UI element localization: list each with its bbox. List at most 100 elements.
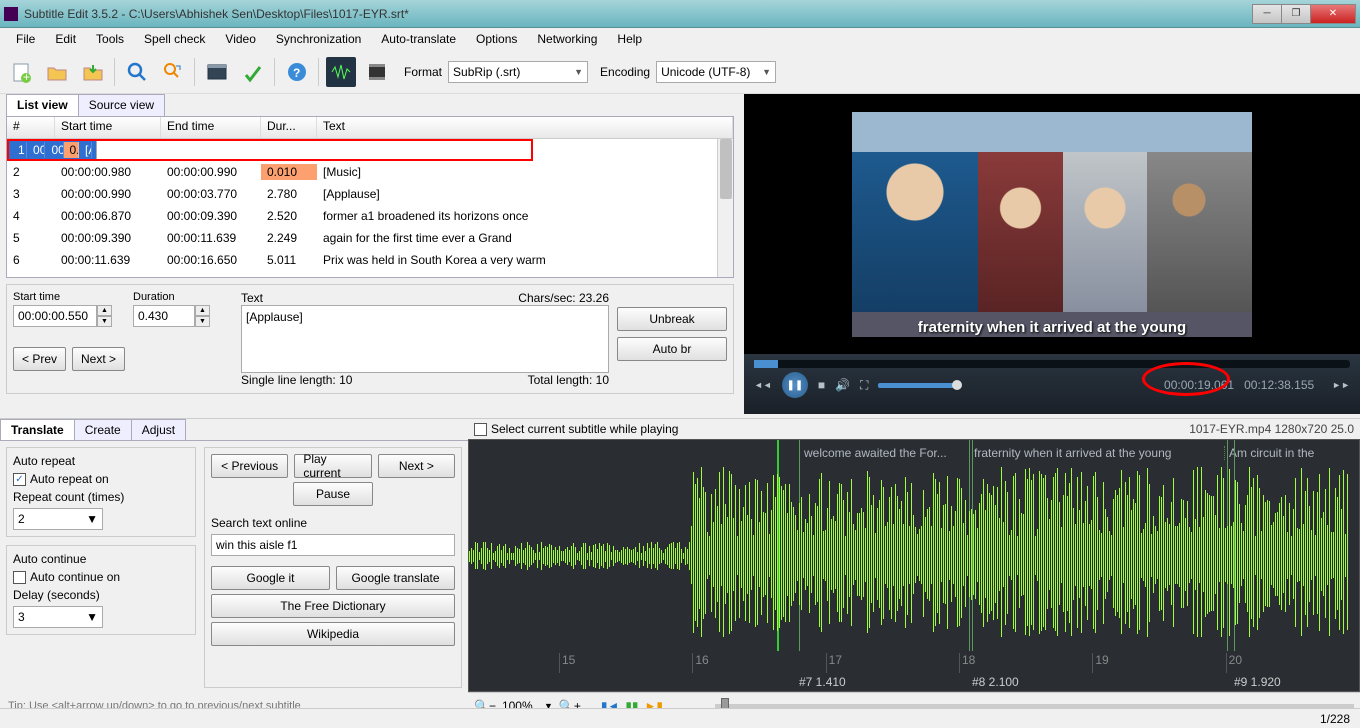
spin-down-icon[interactable]: ▼ [97, 316, 112, 327]
volume-icon[interactable]: 🔊 [835, 378, 850, 392]
video-clip-icon[interactable] [362, 57, 392, 87]
wave-subtitle-label: Am circuit in the [1224, 446, 1344, 460]
window-title: Subtitle Edit 3.5.2 - C:\Users\Abhishek … [24, 7, 1253, 21]
toolbar: + ? Format SubRip (.srt)▼ Encoding Unico… [0, 50, 1360, 94]
status-position: 1/228 [1320, 712, 1350, 726]
video-subtitle-overlay: fraternity when it arrived at the young [744, 319, 1360, 336]
new-file-icon[interactable]: + [6, 57, 36, 87]
spin-up-icon[interactable]: ▲ [195, 305, 210, 316]
table-row[interactable]: 200:00:00.98000:00:00.9900.010[Music] [7, 161, 733, 183]
menu-spell-check[interactable]: Spell check [134, 30, 215, 48]
next-button[interactable]: Next > [378, 454, 455, 478]
status-bar: 1/228 [0, 708, 1360, 728]
tab-source-view[interactable]: Source view [78, 94, 165, 116]
next-button[interactable]: Next > [72, 347, 125, 371]
wave-mark: #7 1.410 [799, 675, 846, 689]
menu-file[interactable]: File [6, 30, 45, 48]
prev-button[interactable]: < Prev [13, 347, 66, 371]
waveform-display[interactable]: welcome awaited the For... fraternity wh… [468, 439, 1360, 692]
duration-input[interactable] [133, 305, 195, 327]
menu-video[interactable]: Video [215, 30, 265, 48]
app-icon [4, 7, 18, 21]
spin-up-icon[interactable]: ▲ [97, 305, 112, 316]
save-file-icon[interactable] [78, 57, 108, 87]
spell-check-icon[interactable] [238, 57, 268, 87]
minimize-button[interactable]: ─ [1252, 4, 1282, 24]
encoding-label: Encoding [600, 65, 650, 79]
col-text[interactable]: Text [317, 117, 733, 138]
google-it-button[interactable]: Google it [211, 566, 330, 590]
format-label: Format [404, 65, 442, 79]
col-end[interactable]: End time [161, 117, 261, 138]
auto-br-button[interactable]: Auto br [617, 337, 727, 361]
menu-edit[interactable]: Edit [45, 30, 86, 48]
play-controls-group: < Previous Play current Next > Pause Sea… [204, 447, 462, 688]
total-length: Total length: 10 [528, 373, 609, 387]
skip-forward-icon[interactable]: ►► [1332, 380, 1350, 390]
video-file-info: 1017-EYR.mp4 1280x720 25.0 [1189, 422, 1354, 436]
select-current-checkbox[interactable]: Select current subtitle while playing [474, 422, 678, 436]
menu-networking[interactable]: Networking [527, 30, 607, 48]
skip-back-icon[interactable]: ◄◄ [754, 380, 772, 390]
repeat-count-select[interactable]: 2▼ [13, 508, 103, 530]
tab-adjust[interactable]: Adjust [131, 419, 186, 440]
chevron-down-icon: ▼ [86, 610, 98, 624]
video-frame[interactable] [852, 112, 1252, 337]
auto-repeat-checkbox[interactable]: ✓Auto repeat on [13, 472, 189, 486]
wave-mark: #9 1.920 [1234, 675, 1281, 689]
table-row[interactable]: 500:00:09.39000:00:11.6392.249again for … [7, 227, 733, 249]
help-icon[interactable]: ? [282, 57, 312, 87]
table-row[interactable]: 600:00:11.63900:00:16.6505.011Prix was h… [7, 249, 733, 271]
encoding-combo[interactable]: Unicode (UTF-8)▼ [656, 61, 776, 83]
close-button[interactable]: ✕ [1310, 4, 1356, 24]
stop-button[interactable]: ■ [818, 378, 825, 392]
open-file-icon[interactable] [42, 57, 72, 87]
tab-list-view[interactable]: List view [6, 94, 79, 116]
search-input[interactable] [211, 534, 455, 556]
pause-button[interactable]: Pause [293, 482, 373, 506]
menu-auto-translate[interactable]: Auto-translate [371, 30, 466, 48]
delay-select[interactable]: 3▼ [13, 606, 103, 628]
tab-create[interactable]: Create [74, 419, 132, 440]
play-pause-button[interactable]: ❚❚ [782, 372, 808, 398]
auto-continue-checkbox[interactable]: Auto continue on [13, 570, 189, 584]
menu-help[interactable]: Help [607, 30, 652, 48]
free-dictionary-button[interactable]: The Free Dictionary [211, 594, 455, 618]
wave-slider[interactable] [715, 704, 1354, 708]
svg-text:?: ? [293, 66, 300, 80]
maximize-button[interactable]: ❐ [1281, 4, 1311, 24]
replace-icon[interactable] [158, 57, 188, 87]
text-input[interactable]: [Applause] [241, 305, 609, 373]
unbreak-button[interactable]: Unbreak [617, 307, 727, 331]
google-translate-button[interactable]: Google translate [336, 566, 455, 590]
lower-tabs: Translate Create Adjust [0, 419, 468, 441]
scrollbar[interactable] [717, 139, 733, 277]
table-row[interactable]: 300:00:00.99000:00:03.7702.780[Applause] [7, 183, 733, 205]
menu-options[interactable]: Options [466, 30, 527, 48]
find-icon[interactable] [122, 57, 152, 87]
col-start[interactable]: Start time [55, 117, 161, 138]
play-current-button[interactable]: Play current [294, 454, 371, 478]
table-row[interactable]: 100:00:00.55000:00:00.9800.430[Applause] [7, 139, 97, 161]
waveform-timeline: 15 16 17 18 19 20 [469, 653, 1359, 673]
previous-button[interactable]: < Previous [211, 454, 288, 478]
spin-down-icon[interactable]: ▼ [195, 316, 210, 327]
start-time-label: Start time [13, 291, 125, 303]
seek-bar[interactable] [754, 360, 1350, 368]
tab-translate[interactable]: Translate [0, 419, 75, 440]
col-duration[interactable]: Dur... [261, 117, 317, 138]
menu-tools[interactable]: Tools [86, 30, 134, 48]
wave-subtitle-label: welcome awaited the For... [799, 446, 969, 460]
format-combo[interactable]: SubRip (.srt)▼ [448, 61, 588, 83]
col-number[interactable]: # [7, 117, 55, 138]
visual-sync-icon[interactable] [202, 57, 232, 87]
fullscreen-icon[interactable]: ⛶ [860, 378, 868, 393]
wikipedia-button[interactable]: Wikipedia [211, 622, 455, 646]
video-control-bar: ◄◄ ❚❚ ■ 🔊 ⛶ 00:00:19.061 00:12:38.155 ►► [744, 354, 1360, 414]
start-time-input[interactable] [13, 305, 97, 327]
waveform-icon[interactable] [326, 57, 356, 87]
volume-slider[interactable] [878, 383, 958, 388]
menu-synchronization[interactable]: Synchronization [266, 30, 371, 48]
subtitle-table[interactable]: # Start time End time Dur... Text 100:00… [6, 116, 734, 278]
table-row[interactable]: 400:00:06.87000:00:09.3902.520former a1 … [7, 205, 733, 227]
